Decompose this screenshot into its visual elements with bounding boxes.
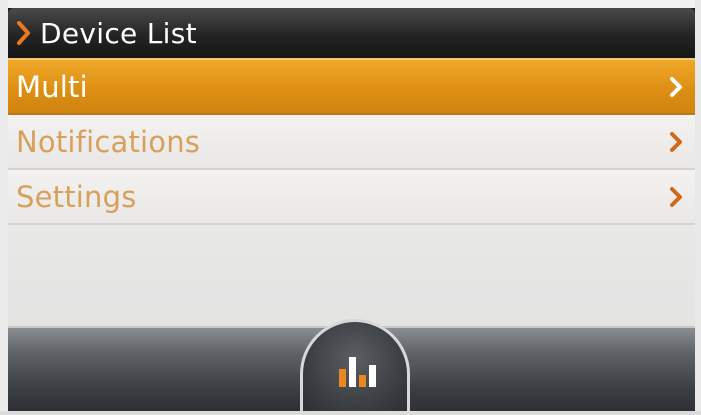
bezel-top	[0, 0, 701, 8]
menu-item-label: Multi	[16, 69, 88, 104]
chevron-right-icon	[667, 185, 685, 209]
menu-item-notifications[interactable]: Notifications	[8, 115, 695, 170]
menu-item-multi[interactable]: Multi	[8, 58, 695, 115]
menu-item-label: Settings	[16, 179, 137, 214]
menu-list: Multi Notifications Settings	[8, 58, 695, 329]
menu-item-settings[interactable]: Settings	[8, 170, 695, 225]
bezel-bottom	[0, 411, 701, 415]
bezel-left	[0, 0, 8, 415]
bezel-right	[695, 0, 701, 415]
menu-item-label: Notifications	[16, 124, 201, 159]
page-title: Device List	[40, 16, 197, 50]
device-screen: Device List Multi Notifications Settings	[0, 0, 701, 415]
chevron-right-icon	[14, 19, 34, 47]
chevron-right-icon	[667, 75, 685, 99]
chevron-right-icon	[667, 130, 685, 154]
bar-chart-icon	[339, 357, 376, 387]
title-bar: Device List	[8, 8, 695, 58]
list-empty-area	[8, 225, 695, 329]
